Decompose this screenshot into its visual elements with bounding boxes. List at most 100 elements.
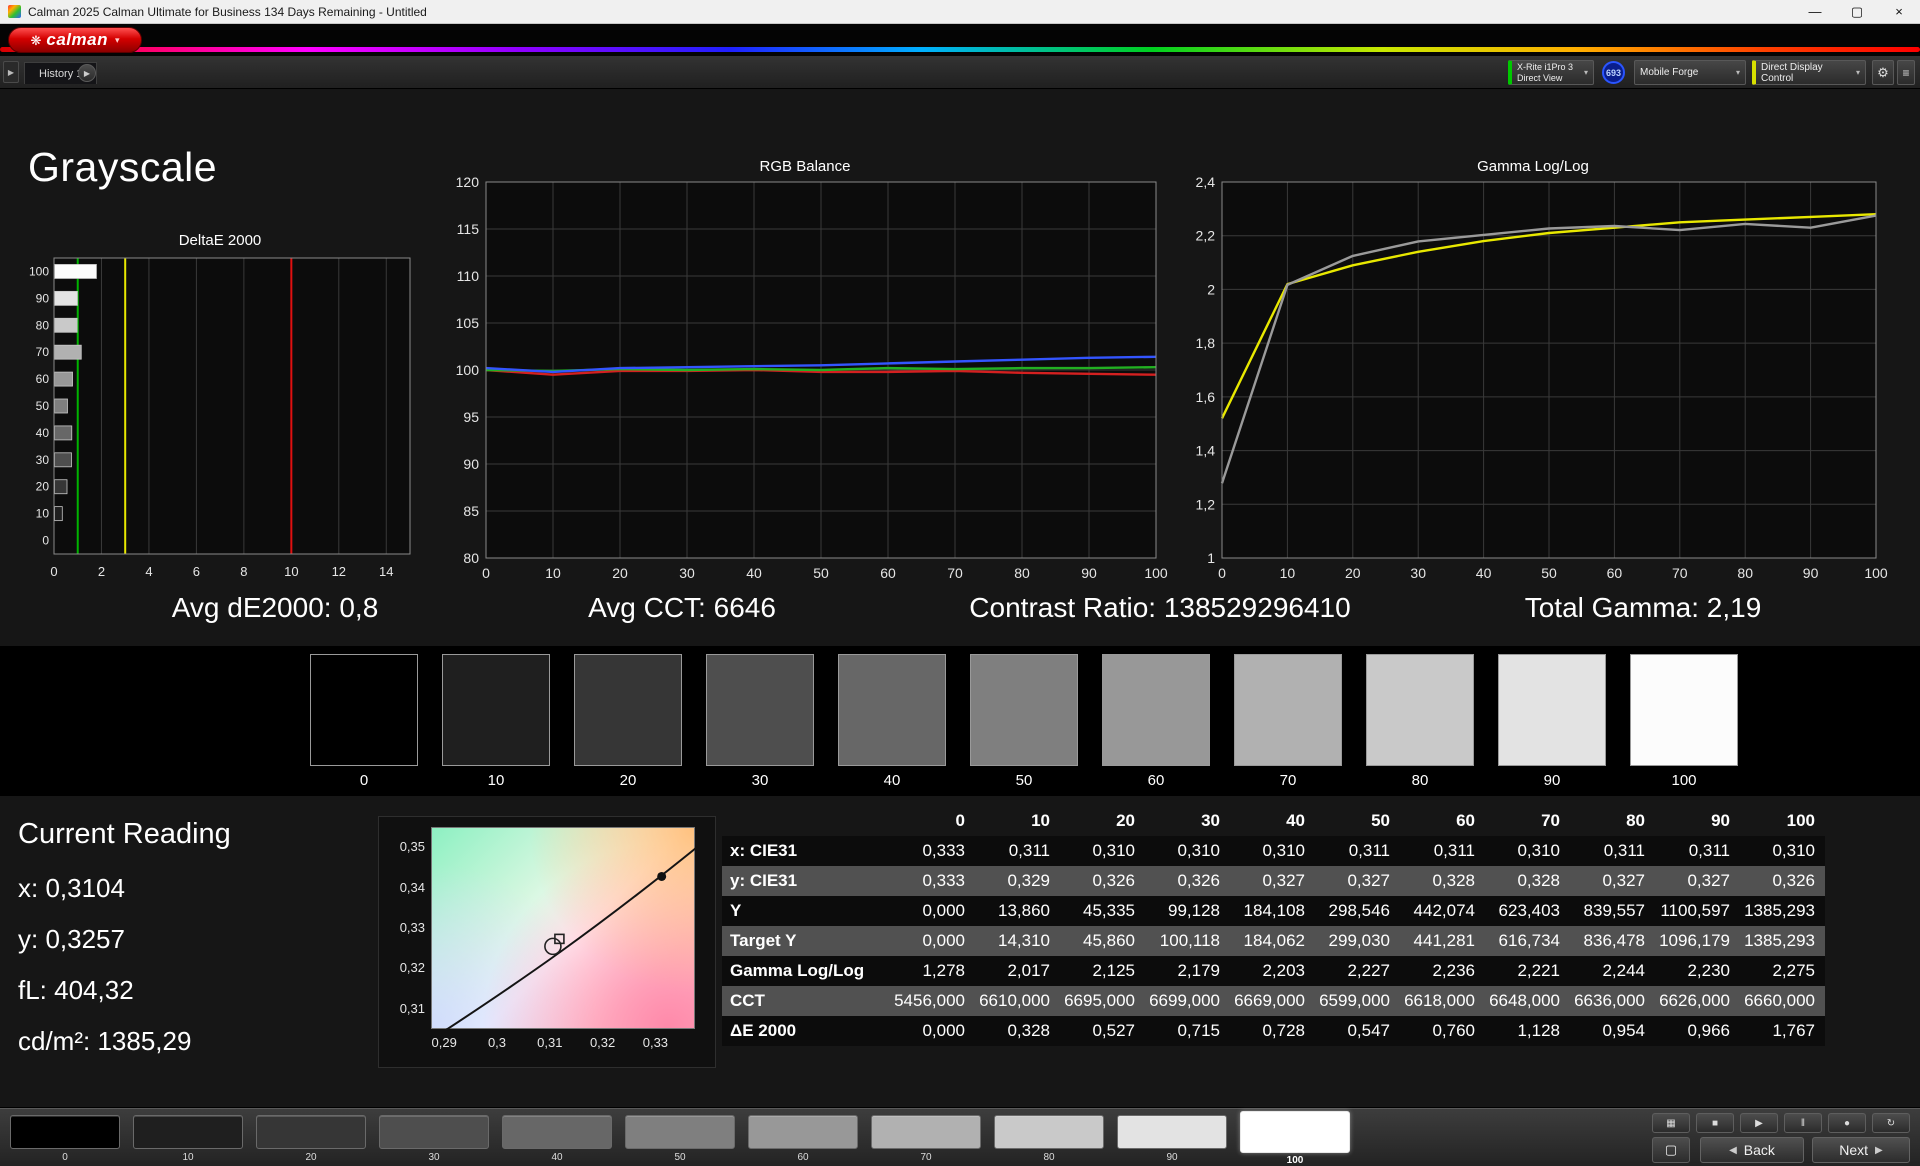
level-button-40[interactable]: 40: [502, 1109, 612, 1166]
level-swatch[interactable]: [10, 1115, 120, 1149]
level-button-20[interactable]: 20: [256, 1109, 366, 1166]
level-button-60[interactable]: 60: [748, 1109, 858, 1166]
source-select-button[interactable]: Mobile Forge ▾: [1634, 60, 1746, 85]
window-title: Calman 2025 Calman Ultimate for Business…: [28, 5, 427, 19]
table-cell: 6636,000: [1570, 986, 1655, 1016]
window-controls: — ▢ ×: [1794, 0, 1920, 24]
deltae-bar-60: [55, 372, 73, 386]
meter-select-button[interactable]: X-Rite i1Pro 3 Direct View ▾: [1508, 60, 1594, 85]
play-icon[interactable]: ▶: [1740, 1113, 1778, 1133]
cie-y-tick: 0,33: [381, 920, 425, 935]
level-label: 90: [1117, 1152, 1227, 1163]
level-button-30[interactable]: 30: [379, 1109, 489, 1166]
column-header: 80: [1570, 806, 1655, 836]
stop-icon[interactable]: ■: [1696, 1113, 1734, 1133]
svg-text:50: 50: [1541, 565, 1557, 581]
record-icon[interactable]: ●: [1828, 1113, 1866, 1133]
chevron-down-icon: ▾: [115, 35, 120, 46]
level-swatch[interactable]: [256, 1115, 366, 1149]
history-expand-button[interactable]: ▶: [3, 61, 19, 83]
level-swatch[interactable]: [1117, 1115, 1227, 1149]
avg-de2000-stat: Avg dE2000: 0,8: [55, 592, 495, 628]
level-swatch[interactable]: [625, 1115, 735, 1149]
level-button-0[interactable]: 0: [10, 1109, 120, 1166]
display-control-button[interactable]: Direct Display Control ▾: [1752, 60, 1866, 85]
meter-status-badge[interactable]: 693: [1602, 61, 1625, 84]
svg-text:105: 105: [456, 315, 480, 331]
svg-text:40: 40: [36, 426, 50, 440]
level-swatch[interactable]: [379, 1115, 489, 1149]
svg-text:100: 100: [29, 264, 49, 278]
app-icon: [8, 5, 21, 18]
pause-icon[interactable]: ‖: [1784, 1113, 1822, 1133]
level-button-100[interactable]: 100: [1240, 1109, 1350, 1166]
refresh-icon[interactable]: ↻: [1872, 1113, 1910, 1133]
svg-text:60: 60: [36, 372, 50, 386]
next-button[interactable]: Next ▶: [1812, 1137, 1910, 1163]
next-icon: ▶: [1875, 1145, 1883, 1156]
current-reading-title: Current Reading: [18, 818, 231, 851]
level-button-50[interactable]: 50: [625, 1109, 735, 1166]
maximize-button[interactable]: ▢: [1836, 0, 1878, 24]
window-title-bar: Calman 2025 Calman Ultimate for Business…: [0, 0, 1920, 24]
table-cell: 0,310: [1485, 836, 1570, 866]
table-cell: 839,557: [1570, 896, 1655, 926]
brand-bar: ❋ calman ▾: [0, 24, 1920, 56]
svg-text:14: 14: [379, 564, 393, 579]
history-forward-button[interactable]: ▶: [78, 64, 96, 82]
svg-text:50: 50: [36, 399, 50, 413]
patch-swatch: [1630, 654, 1738, 766]
level-swatch[interactable]: [994, 1115, 1104, 1149]
level-swatch[interactable]: [871, 1115, 981, 1149]
patch-label: 40: [838, 772, 946, 789]
gamma-chart-plot: 2,42,221,81,61,41,2101020304050607080901…: [1178, 176, 1888, 590]
level-swatch[interactable]: [1240, 1111, 1350, 1153]
svg-text:10: 10: [36, 507, 50, 521]
level-button-70[interactable]: 70: [871, 1109, 981, 1166]
level-label: 80: [994, 1152, 1104, 1163]
table-cell: 6599,000: [1315, 986, 1400, 1016]
meter-label: X-Rite i1Pro 3 Direct View: [1517, 62, 1573, 83]
settings-gear-button[interactable]: ⚙: [1872, 60, 1894, 85]
calman-menu-button[interactable]: ❋ calman ▾: [8, 27, 142, 53]
svg-text:0: 0: [50, 564, 57, 579]
display-icon[interactable]: ▦: [1652, 1113, 1690, 1133]
back-button[interactable]: ◀ Back: [1700, 1137, 1804, 1163]
level-swatch[interactable]: [133, 1115, 243, 1149]
table-cell: 0,326: [1060, 866, 1145, 896]
table-cell: 299,030: [1315, 926, 1400, 956]
cie-x-tick: 0,33: [635, 1035, 675, 1050]
table-cell: 0,728: [1230, 1016, 1315, 1046]
panel-menu-button[interactable]: ≡: [1897, 60, 1915, 85]
cie-overlay: [432, 828, 696, 1030]
table-cell: 2,125: [1060, 956, 1145, 986]
level-button-10[interactable]: 10: [133, 1109, 243, 1166]
cie-x-tick: 0,32: [583, 1035, 623, 1050]
svg-text:70: 70: [36, 345, 50, 359]
svg-text:115: 115: [457, 221, 480, 237]
table-cell: 99,128: [1145, 896, 1230, 926]
table-cell: 184,108: [1230, 896, 1315, 926]
level-button-80[interactable]: 80: [994, 1109, 1104, 1166]
table-cell: 2,230: [1655, 956, 1740, 986]
close-button[interactable]: ×: [1878, 0, 1920, 24]
pattern-window-button[interactable]: ▢: [1652, 1137, 1690, 1163]
svg-text:10: 10: [545, 565, 561, 581]
table-cell: 1,278: [890, 956, 975, 986]
level-swatch[interactable]: [748, 1115, 858, 1149]
svg-text:90: 90: [1081, 565, 1097, 581]
table-cell: 14,310: [975, 926, 1060, 956]
table-row: ΔE 20000,0000,3280,5270,7150,7280,5470,7…: [722, 1016, 1825, 1046]
grayscale-patch-70: 70: [1234, 654, 1342, 789]
table-cell: 836,478: [1570, 926, 1655, 956]
level-button-90[interactable]: 90: [1117, 1109, 1227, 1166]
transport-mini-buttons: ▦ ■ ▶ ‖ ● ↻: [1652, 1113, 1910, 1133]
minimize-button[interactable]: —: [1794, 0, 1836, 24]
svg-text:95: 95: [463, 409, 479, 425]
chevron-down-icon: ▾: [1736, 68, 1740, 77]
table-cell: 2,244: [1570, 956, 1655, 986]
row-label: Target Y: [722, 926, 890, 956]
level-swatch[interactable]: [502, 1115, 612, 1149]
svg-text:0: 0: [42, 534, 49, 548]
grayscale-patch-80: 80: [1366, 654, 1474, 789]
